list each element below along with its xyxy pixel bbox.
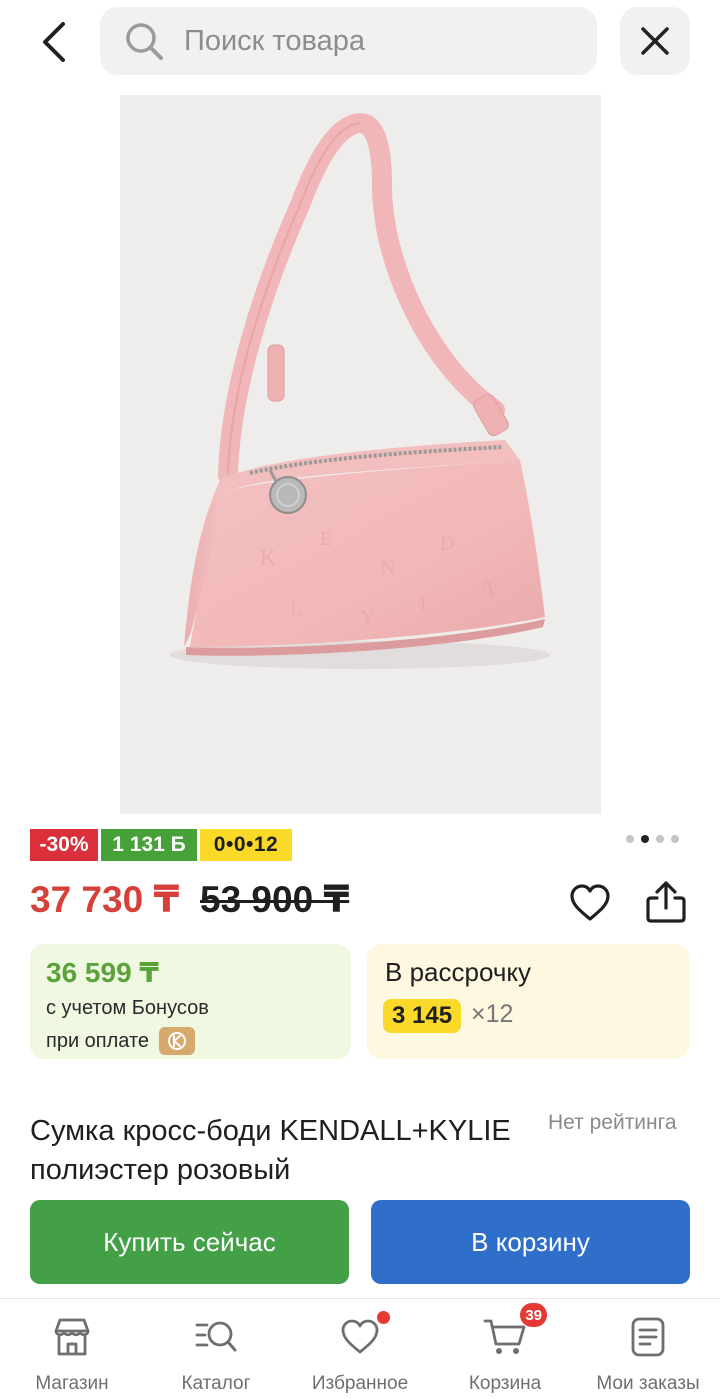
store-icon	[50, 1315, 94, 1359]
gallery-dot-active	[641, 835, 649, 843]
installment-badge: 0•0•12	[200, 829, 292, 861]
svg-text:N: N	[380, 555, 396, 580]
bonus-payment-line: при оплате	[46, 1027, 196, 1055]
notification-dot	[377, 1311, 390, 1324]
gallery-dot	[626, 835, 634, 843]
installment-monthly-amount: 3 145	[383, 999, 462, 1033]
close-icon	[641, 27, 669, 55]
svg-text:E: E	[320, 528, 332, 550]
nav-label: Каталог	[181, 1373, 251, 1394]
pink-handbag-image: K E N D A L Y I	[120, 95, 601, 814]
bonus-badge: 1 131 Б	[101, 829, 197, 861]
search-bar[interactable]	[100, 7, 597, 75]
close-button[interactable]	[620, 7, 690, 75]
buy-now-button[interactable]: Купить сейчас	[30, 1200, 349, 1284]
installment-months: ×12	[471, 1000, 514, 1028]
nav-item-catalog[interactable]: Каталог	[166, 1299, 266, 1399]
gallery-pagination	[626, 835, 679, 843]
old-price: 53 900 ₸	[200, 879, 350, 920]
catalog-icon	[194, 1315, 238, 1359]
nav-label: Магазин	[35, 1373, 109, 1394]
search-icon	[124, 21, 164, 61]
cart-icon: 39	[483, 1303, 547, 1359]
kaspi-pay-icon	[159, 1027, 196, 1055]
svg-text:Y: Y	[360, 605, 376, 630]
product-badges: -30% 1 131 Б 0•0•12	[30, 829, 295, 861]
bonus-price: 36 599 ₸	[46, 957, 159, 988]
svg-text:I: I	[420, 593, 427, 615]
nav-label: Корзина	[468, 1373, 542, 1394]
nav-item-favorites[interactable]: Избранное	[300, 1299, 420, 1399]
gallery-dot	[671, 835, 679, 843]
product-title: Сумка кросс-боди KENDALL+KYLIE полиэстер…	[30, 1115, 511, 1186]
add-to-cart-button[interactable]: В корзину	[371, 1200, 690, 1284]
bottom-navigation: Магазин Каталог Избранное 39 Корзина Мои…	[0, 1298, 720, 1399]
cart-count-badge: 39	[520, 1303, 547, 1327]
top-bar	[0, 0, 720, 84]
current-price: 37 730 ₸	[30, 879, 180, 920]
bonus-description: с учетом Бонусов	[46, 997, 209, 1019]
chevron-left-icon	[43, 22, 65, 62]
installment-title: В рассрочку	[385, 957, 532, 987]
svg-text:L: L	[290, 598, 302, 620]
installment-card[interactable]: В рассрочку 3 145 ×12	[367, 944, 689, 1059]
product-rating[interactable]: Нет рейтинга	[548, 1111, 677, 1135]
nav-item-orders[interactable]: Мои заказы	[588, 1299, 708, 1399]
gallery-dot	[656, 835, 664, 843]
search-input[interactable]	[184, 24, 564, 58]
svg-text:A: A	[480, 575, 496, 600]
heart-icon	[570, 884, 610, 921]
back-button[interactable]	[24, 12, 84, 72]
nav-item-store[interactable]: Магазин	[22, 1299, 122, 1399]
product-image[interactable]: K E N D A L Y I	[120, 95, 601, 814]
bonus-price-card[interactable]: 36 599 ₸ с учетом Бонусов при оплате	[30, 944, 351, 1059]
nav-label: Избранное	[311, 1373, 409, 1394]
svg-text:K: K	[260, 545, 276, 570]
svg-text:D: D	[440, 533, 454, 555]
heart-icon	[338, 1311, 390, 1359]
discount-badge: -30%	[30, 829, 98, 861]
favorite-button[interactable]	[566, 879, 614, 927]
share-icon	[646, 881, 686, 923]
nav-label: Мои заказы	[596, 1373, 700, 1394]
orders-icon	[626, 1315, 670, 1359]
nav-item-cart[interactable]: 39 Корзина	[455, 1299, 555, 1399]
bonus-payment-label: при оплате	[46, 1029, 150, 1052]
share-button[interactable]	[642, 877, 690, 927]
